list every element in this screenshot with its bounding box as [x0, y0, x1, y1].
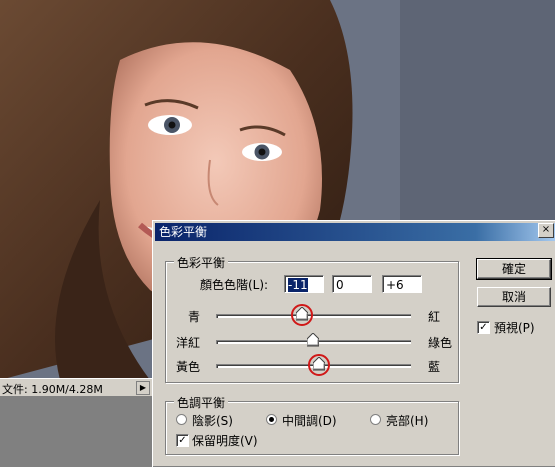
workspace-background	[0, 396, 152, 466]
midtones-radio[interactable]	[266, 414, 277, 425]
highlights-label[interactable]: 亮部(H)	[386, 412, 428, 429]
slider-right-label: 藍	[428, 360, 441, 374]
levels-label: 顏色色階(L):	[200, 278, 269, 292]
ok-button[interactable]: 確定	[476, 258, 552, 280]
level-yellow-blue-field[interactable]: +6	[382, 275, 422, 293]
preview-label[interactable]: 預視(P)	[494, 319, 535, 336]
slider-left-label: 洋紅	[176, 336, 201, 350]
status-menu-arrow-icon[interactable]: ▶	[136, 381, 150, 395]
level-cyan-red-field[interactable]: -11	[284, 275, 324, 293]
tone-balance-group: 色調平衡 陰影(S) 中間調(D) 亮部(H) ✓ 保留明度(V)	[165, 394, 459, 455]
dialog-titlebar[interactable]: 色彩平衡	[155, 223, 555, 241]
magenta-green-slider-thumb[interactable]	[307, 333, 319, 347]
tone-balance-legend: 色調平衡	[174, 394, 229, 411]
slider-left-label: 黃色	[176, 360, 201, 374]
slider-left-label: 青	[188, 310, 201, 324]
close-button[interactable]: ×	[538, 223, 554, 238]
midtones-label[interactable]: 中間調(D)	[282, 412, 337, 429]
preview-checkbox[interactable]: ✓	[477, 321, 490, 334]
dialog-title: 色彩平衡	[159, 225, 208, 239]
highlight-ring	[291, 304, 314, 326]
slider-right-label: 紅	[428, 310, 441, 324]
color-balance-group: 色彩平衡 顏色色階(L): -11 0 +6 青 紅 洋紅 綠色 黃色 藍	[165, 254, 459, 383]
shadows-radio[interactable]	[176, 414, 187, 425]
color-balance-dialog: 色彩平衡 × 色彩平衡 顏色色階(L): -11 0 +6 青 紅 洋紅 綠色 …	[152, 220, 555, 467]
highlights-radio[interactable]	[370, 414, 381, 425]
preserve-luminosity-label[interactable]: 保留明度(V)	[192, 432, 258, 449]
slider-right-label: 綠色	[428, 336, 453, 350]
color-balance-legend: 色彩平衡	[174, 254, 229, 271]
highlight-ring	[307, 354, 330, 376]
cyan-red-slider-track[interactable]	[216, 314, 411, 318]
level-magenta-green-field[interactable]: 0	[332, 275, 372, 293]
close-icon: ×	[541, 224, 551, 235]
shadows-label[interactable]: 陰影(S)	[192, 412, 233, 429]
cancel-button[interactable]: 取消	[477, 287, 551, 307]
status-bar: 文件: 1.90M/4.28M ▶	[0, 378, 152, 397]
document-size: 文件: 1.90M/4.28M	[2, 383, 103, 396]
preserve-luminosity-checkbox[interactable]: ✓	[176, 434, 189, 447]
